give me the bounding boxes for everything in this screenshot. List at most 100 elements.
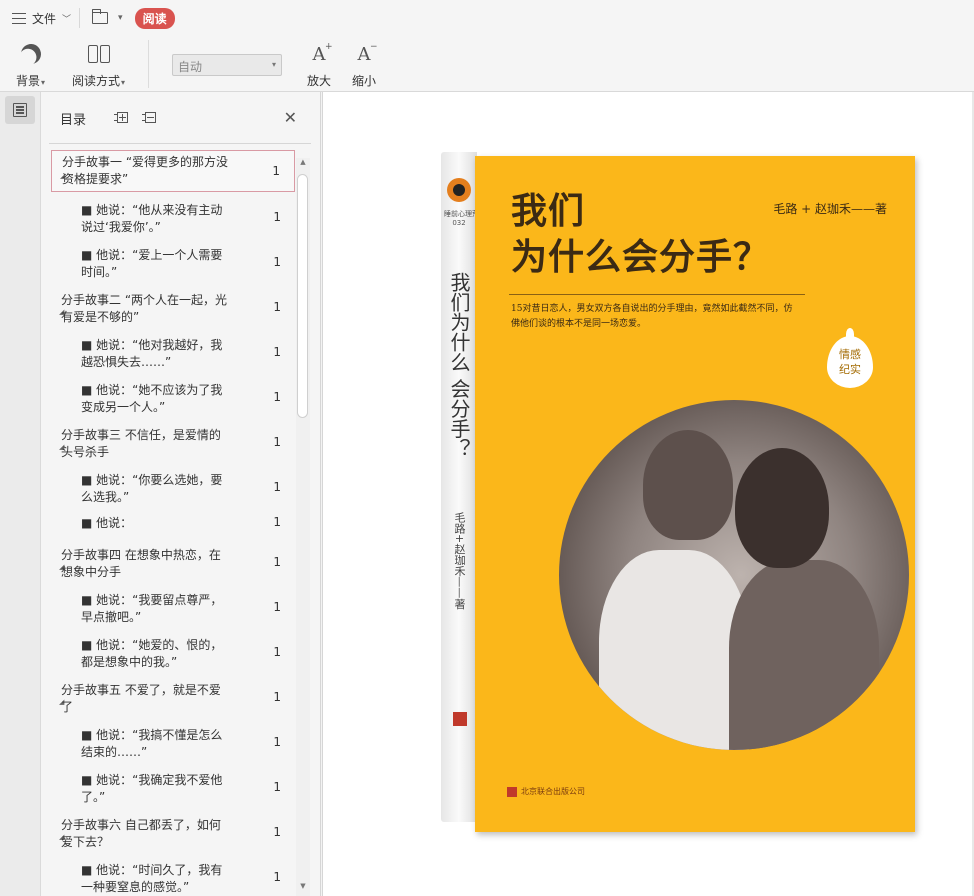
toc-scrollbar[interactable]: ▲ ▼ — [296, 158, 310, 896]
font-increase-icon: A + — [312, 41, 333, 65]
toc-section-item[interactable]: ■ 她说：“他从来没有主动说过‘我爱你’。” 1 — [51, 199, 295, 237]
publisher-logo-icon — [453, 712, 467, 726]
document-view[interactable]: 睡前心理荒 032 我们为什么 会分手？ 毛路+赵珈禾——著 我们 为什么会分手… — [322, 92, 974, 896]
menu-icon — [12, 12, 26, 24]
toc-item-label: ■ 他说： — [81, 516, 133, 530]
toc-item-page: 1 — [273, 255, 281, 269]
book-spine: 睡前心理荒 032 我们为什么 会分手？ 毛路+赵珈禾——著 — [441, 152, 479, 822]
toc-item-page: 1 — [273, 645, 281, 659]
scroll-up-icon[interactable]: ▲ — [296, 158, 310, 170]
toc-item-page: 1 — [273, 300, 281, 314]
toc-chapter-item[interactable]: ◢ 分手故事二 “两个人在一起，光有爱是不够的” 1 — [51, 289, 295, 327]
toc-item-page: 1 — [273, 825, 281, 839]
toc-section-item[interactable]: ■ 他说：“我搞不懂是怎么结束的……” 1 — [51, 724, 295, 762]
open-file-button[interactable]: ▾ — [91, 9, 123, 24]
toc-section-item[interactable]: ■ 他说：“时间久了，我有一种要窒息的感觉。” 1 — [51, 859, 295, 896]
collapse-all-icon[interactable] — [142, 111, 158, 125]
panda-logo-icon — [447, 178, 471, 202]
toc-item-label: ■ 她说：“你要么选她，要么选我。” — [81, 473, 223, 504]
toc-item-label: ■ 他说：“爱上一个人需要时间。” — [81, 248, 223, 279]
cover-rule — [509, 294, 805, 295]
file-menu[interactable]: 文件 ﹀ — [12, 6, 71, 30]
toc-panel: 目录 ✕ ◢ 分手故事一 “爱得更多的那方没资格提要求” 1 ■ 她说：“他从来没有主… — [41, 92, 321, 896]
cover-tag: 情感 纪实 — [827, 328, 873, 388]
expand-all-icon[interactable] — [114, 111, 130, 125]
zoom-select[interactable]: 自动 ▾ — [172, 54, 282, 76]
toc-item-label: 分手故事四 在想象中热恋，在想象中分手 — [61, 548, 221, 579]
toc-item-page: 1 — [273, 735, 281, 749]
moon-icon — [18, 41, 44, 67]
toc-item-page: 1 — [273, 555, 281, 569]
toc-item-label: ■ 他说：“时间久了，我有一种要窒息的感觉。” — [81, 863, 223, 894]
book-cover-image: 睡前心理荒 032 我们为什么 会分手？ 毛路+赵珈禾——著 我们 为什么会分手… — [441, 152, 917, 832]
toc-item-label: 分手故事三 不信任，是爱情的头号杀手 — [61, 428, 221, 459]
zoom-value: 自动 — [178, 60, 203, 74]
background-button[interactable]: 背景▾ — [16, 42, 45, 89]
book-icon — [87, 45, 110, 63]
toc-section-item[interactable]: ■ 她说：“他对我越好，我越恐惧失去……” 1 — [51, 334, 295, 372]
zoom-out-label: 缩小 — [352, 74, 377, 88]
toc-divider — [49, 143, 311, 144]
toc-item-label: ■ 他说：“她爱的、恨的，都是想象中的我。” — [81, 638, 223, 669]
toc-section-item[interactable]: ■ 他说： 1 — [51, 511, 295, 535]
cover-description: 15对昔日恋人，男女双方各自说出的分手理由，竟然如此截然不同，仿佛他们谈的根本不… — [511, 304, 793, 329]
book-front-cover: 我们 为什么会分手？ 毛路 + 赵珈禾——著 15对昔日恋人，男女双方各自说出的… — [475, 156, 915, 832]
zoom-out-button[interactable]: A − 缩小 — [352, 41, 378, 89]
toc-section-item[interactable]: ■ 他说：“她不应该为了我变成另一个人。” 1 — [51, 379, 295, 417]
menubar-divider — [79, 8, 81, 28]
toc-icon — [13, 103, 27, 117]
file-menu-label: 文件 — [32, 11, 57, 26]
toc-item-label: ■ 她说：“我确定我不爱他了。” — [81, 773, 223, 804]
toc-chapter-item[interactable]: ◢ 分手故事六 自己都丢了，如何爱下去？ 1 — [51, 814, 295, 852]
toc-chapter-item[interactable]: ◢ 分手故事五 不爱了，就是不爱了 1 — [51, 679, 295, 717]
toc-chapter-item[interactable]: ◢ 分手故事三 不信任，是爱情的头号杀手 1 — [51, 424, 295, 462]
read-tab[interactable]: 阅读 — [134, 7, 175, 29]
toc-section-item[interactable]: ■ 她说：“我确定我不爱他了。” 1 — [51, 769, 295, 807]
close-icon[interactable]: ✕ — [284, 110, 297, 126]
zoom-in-label: 放大 — [307, 74, 332, 88]
publisher-name: 北京联合出版公司 — [521, 787, 585, 796]
chevron-down-icon: ▾ — [271, 60, 276, 69]
toc-item-page: 1 — [273, 690, 281, 704]
spine-author: 毛路+赵珈禾——著 — [453, 512, 466, 610]
toc-item-label: ■ 她说：“我要留点尊严，早点撤吧。” — [81, 593, 223, 624]
toc-item-label: ■ 她说：“他对我越好，我越恐惧失去……” — [81, 338, 223, 369]
cover-title: 我们 为什么会分手？ — [511, 190, 771, 278]
left-rail — [0, 92, 41, 896]
toc-item-page: 1 — [273, 345, 281, 359]
toc-item-label: ■ 他说：“她不应该为了我变成另一个人。” — [81, 383, 223, 414]
toc-section-item[interactable]: ■ 她说：“我要留点尊严，早点撤吧。” 1 — [51, 589, 295, 627]
toc-item-label: 分手故事二 “两个人在一起，光有爱是不够的” — [61, 293, 228, 324]
spine-title: 我们为什么 会分手？ — [447, 272, 471, 459]
cover-author: 毛路 + 赵珈禾——著 — [773, 202, 887, 216]
toc-title: 目录 — [60, 112, 87, 128]
toc-header: 目录 ✕ — [41, 92, 321, 144]
chevron-down-icon: ﹀ — [62, 14, 72, 25]
toc-item-label: 分手故事五 不爱了，就是不爱了 — [61, 683, 221, 714]
toc-section-item[interactable]: ■ 他说：“爱上一个人需要时间。” 1 — [51, 244, 295, 282]
scroll-thumb[interactable] — [297, 174, 308, 418]
scroll-down-icon[interactable]: ▼ — [296, 882, 310, 894]
spine-series: 睡前心理荒 032 — [444, 210, 479, 227]
toc-item-label: ■ 她说：“他从来没有主动说过‘我爱你’。” — [81, 203, 223, 234]
toc-toggle-button[interactable] — [5, 96, 35, 124]
toc-chapter-item[interactable]: ◢ 分手故事四 在想象中热恋，在想象中分手 1 — [51, 544, 295, 582]
toc-list: ◢ 分手故事一 “爱得更多的那方没资格提要求” 1 ■ 她说：“他从来没有主动说过‘我… — [51, 150, 295, 896]
folder-icon — [91, 9, 109, 24]
read-mode-button[interactable]: 阅读方式▾ — [72, 42, 125, 89]
toc-section-item[interactable]: ■ 他说：“她爱的、恨的，都是想象中的我。” 1 — [51, 634, 295, 672]
open-file-dropdown-icon[interactable]: ▾ — [118, 13, 123, 23]
toc-item-page: 1 — [273, 600, 281, 614]
toc-item-page: 1 — [273, 515, 281, 529]
menubar: 文件 ﹀ ▾ 阅读 — [0, 0, 974, 36]
document-page: 睡前心理荒 032 我们为什么 会分手？ 毛路+赵珈禾——著 我们 为什么会分手… — [322, 92, 972, 896]
toc-chapter-item[interactable]: ◢ 分手故事一 “爱得更多的那方没资格提要求” 1 — [51, 150, 295, 192]
read-mode-label: 阅读方式 — [72, 74, 121, 88]
font-decrease-icon: A − — [357, 41, 378, 65]
ribbon-divider — [148, 40, 149, 88]
background-label: 背景 — [16, 74, 41, 88]
zoom-in-button[interactable]: A + 放大 — [307, 41, 333, 89]
toc-item-page: 1 — [273, 390, 281, 404]
toc-section-item[interactable]: ■ 她说：“你要么选她，要么选我。” 1 — [51, 469, 295, 507]
toc-item-label: 分手故事一 “爱得更多的那方没资格提要求” — [62, 155, 229, 186]
